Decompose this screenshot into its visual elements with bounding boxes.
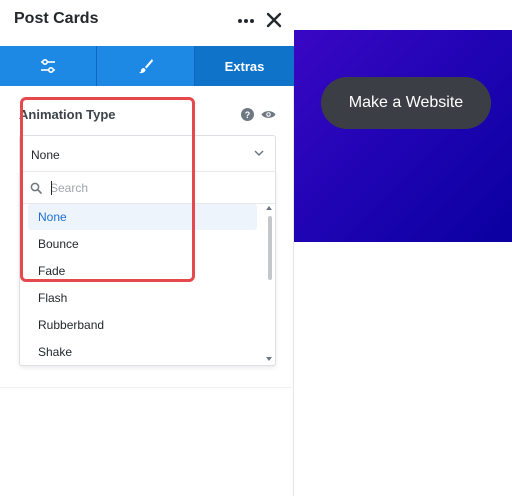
settings-panel: Post Cards Extras Animation Type ? None …: [0, 0, 294, 496]
dropdown-option[interactable]: Flash: [28, 285, 257, 311]
animation-dropdown: NoneBounceFadeFlashRubberbandShake: [19, 171, 276, 366]
animation-type-label: Animation Type: [19, 107, 116, 122]
dropdown-option[interactable]: Fade: [28, 258, 257, 284]
brush-icon: [138, 59, 153, 74]
scrollbar-thumb[interactable]: [268, 216, 272, 280]
select-value: None: [31, 148, 60, 162]
dropdown-option[interactable]: Bounce: [28, 231, 257, 257]
preview-canvas: Make a Website: [294, 30, 512, 242]
scroll-up-icon[interactable]: [266, 205, 272, 211]
chevron-down-icon: [254, 150, 264, 157]
scroll-down-icon[interactable]: [266, 356, 272, 362]
search-icon: [30, 182, 42, 194]
panel-title: Post Cards: [14, 10, 99, 27]
tab-style[interactable]: [97, 46, 195, 86]
dropdown-search: [20, 172, 275, 204]
question-circle-icon[interactable]: ?: [241, 108, 254, 121]
tab-extras[interactable]: Extras: [195, 46, 294, 86]
ellipsis-icon[interactable]: [236, 11, 256, 31]
svg-text:?: ?: [245, 110, 251, 120]
dropdown-option[interactable]: Shake: [28, 339, 257, 365]
text-cursor: [51, 181, 52, 195]
make-website-button[interactable]: Make a Website: [321, 77, 491, 129]
dropdown-option[interactable]: Rubberband: [28, 312, 257, 338]
search-input[interactable]: [50, 178, 250, 198]
close-icon[interactable]: [265, 11, 283, 29]
animation-type-select[interactable]: None: [19, 135, 276, 171]
eye-icon[interactable]: [261, 109, 276, 120]
tab-bar: Extras: [0, 46, 294, 86]
panel-header: Post Cards: [0, 0, 294, 46]
tab-general[interactable]: [0, 46, 97, 86]
dropdown-option[interactable]: None: [28, 204, 257, 230]
sliders-icon: [41, 59, 55, 73]
section-divider: [0, 387, 294, 388]
